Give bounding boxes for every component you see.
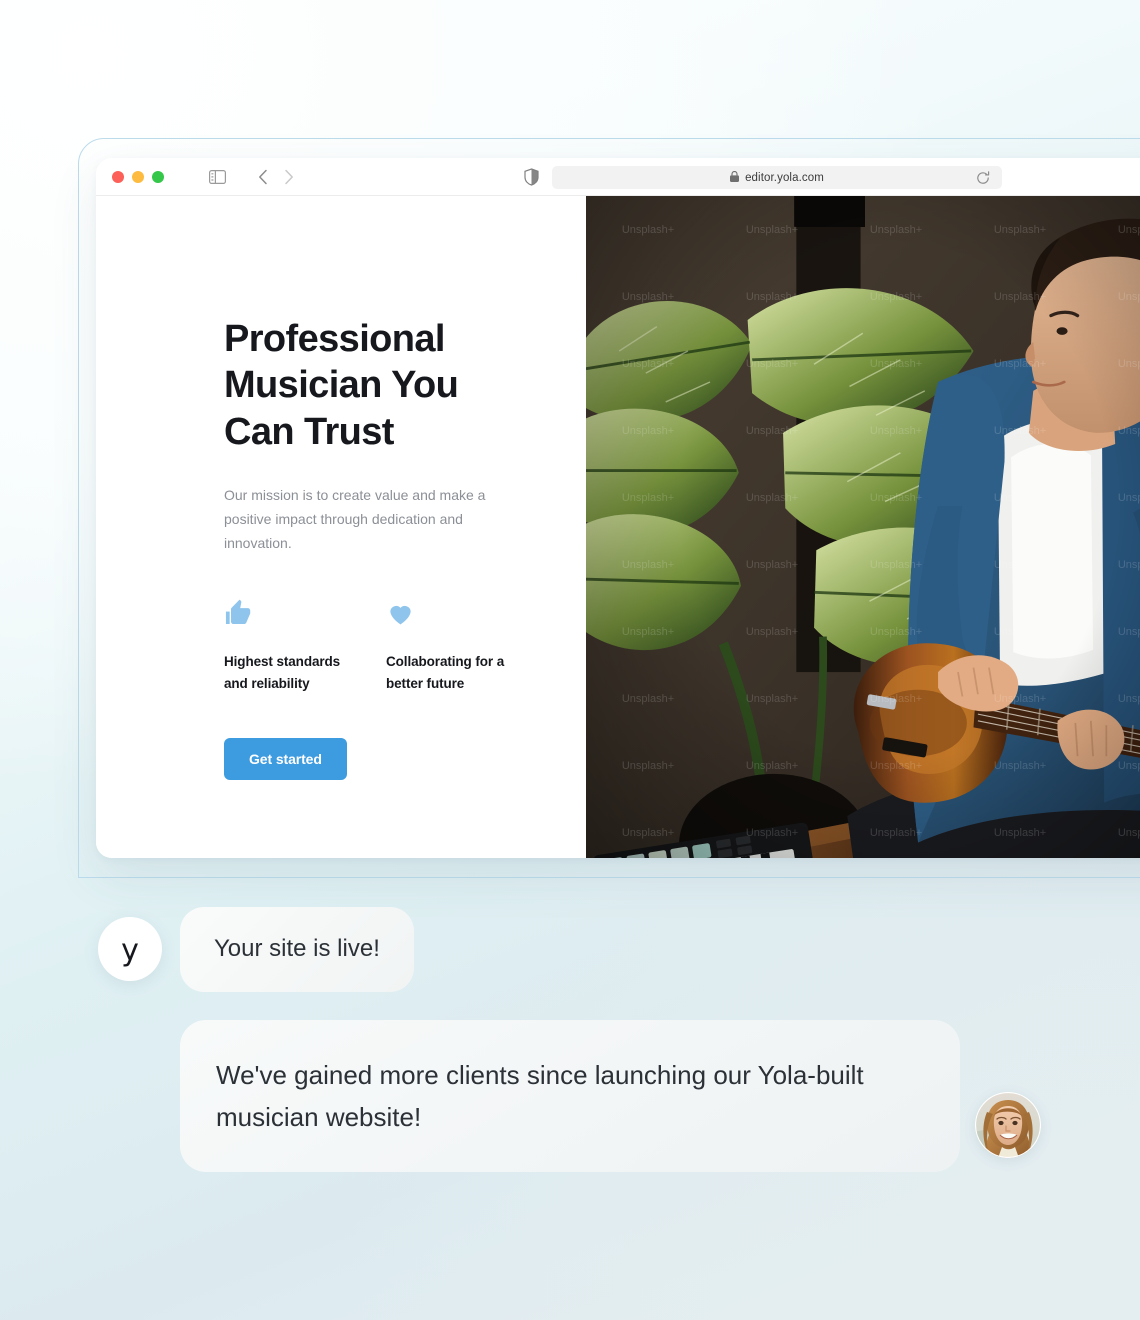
get-started-button[interactable]: Get started [224, 738, 347, 781]
lock-icon [730, 169, 740, 187]
feature-item-collaboration: Collaborating for a better future [386, 599, 512, 695]
chevron-right-icon[interactable] [284, 169, 294, 185]
customer-avatar-photo [975, 1092, 1041, 1158]
avatar [975, 1092, 1041, 1158]
chat-bubble: Your site is live! [180, 907, 414, 992]
feature-label: Highest standards and reliability [224, 654, 341, 692]
brand-avatar: y [98, 917, 162, 982]
window-traffic-lights[interactable] [112, 170, 164, 183]
hero-text-column: Professional Musician You Can Trust Our … [96, 196, 586, 858]
musician-photo-art [586, 196, 1140, 858]
hero-photo: Unsplash+ Unsplash+ Unsplash+ Unsplash+ … [586, 196, 1140, 858]
page-root: editor.yola.com Professional Musician Yo… [0, 0, 1140, 1320]
browser-window: editor.yola.com Professional Musician Yo… [96, 158, 1140, 858]
close-window-button[interactable] [112, 170, 124, 183]
feature-item-standards: Highest standards and reliability [224, 599, 350, 695]
chat-bubble-text: We've gained more clients since launchin… [216, 1060, 864, 1133]
feature-list: Highest standards and reliability Collab… [224, 599, 586, 695]
testimonial-chat: y Your site is live! We've gained more c… [0, 880, 1140, 1320]
feature-label: Collaborating for a better future [386, 654, 505, 692]
maximize-window-button[interactable] [152, 170, 164, 183]
chevron-left-icon[interactable] [258, 169, 268, 185]
reload-icon[interactable] [976, 171, 990, 190]
yola-logo-icon: y [121, 933, 139, 969]
url-text: editor.yola.com [745, 171, 824, 184]
page-title: Professional Musician You Can Trust [224, 318, 459, 453]
chat-message-brand: y Your site is live! [98, 907, 414, 992]
heart-icon [386, 599, 512, 629]
hero-paragraph: Our mission is to create value and make … [224, 487, 486, 552]
browser-toolbar: editor.yola.com [96, 158, 1140, 196]
chat-bubble-text: Your site is live! [214, 935, 380, 962]
sidebar-toggle-icon[interactable] [209, 169, 226, 184]
website-preview: Professional Musician You Can Trust Our … [96, 196, 1140, 858]
thumbs-up-icon [224, 599, 350, 629]
address-bar[interactable]: editor.yola.com [552, 166, 1002, 189]
minimize-window-button[interactable] [132, 170, 144, 183]
shield-icon[interactable] [524, 168, 539, 191]
chat-bubble: We've gained more clients since launchin… [180, 1020, 960, 1173]
